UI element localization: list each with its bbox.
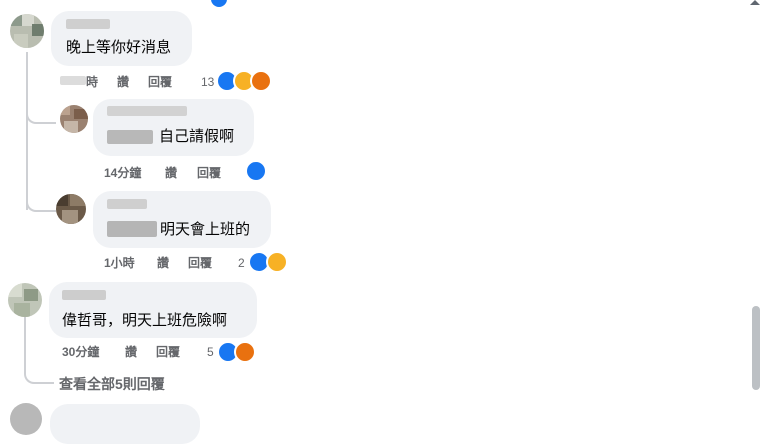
angry-icon (250, 70, 272, 92)
partial-like-icon (211, 0, 227, 7)
haha-icon (266, 251, 288, 273)
reply-button[interactable]: 回覆 (188, 256, 212, 270)
comment-time[interactable]: 14分鐘 (104, 166, 141, 180)
comment-bubble (50, 404, 200, 444)
like-button[interactable]: 讚 (117, 75, 129, 89)
reaction-count[interactable]: 5 (207, 345, 214, 359)
reaction-count[interactable]: 2 (238, 256, 245, 270)
comment-time[interactable]: 1小時 (104, 256, 135, 270)
comment-time[interactable]: 時 (86, 75, 98, 89)
avatar[interactable] (10, 14, 44, 48)
thread-connector (26, 100, 56, 124)
comment-text: 偉哲哥，明天上班危險啊 (62, 312, 228, 329)
reaction-count[interactable]: 13 (201, 75, 214, 89)
scroll-up-arrow-icon[interactable] (750, 0, 760, 5)
comment-text: 晚上等你好消息 (66, 39, 172, 56)
avatar[interactable] (56, 194, 86, 224)
like-button[interactable]: 讚 (165, 166, 177, 180)
avatar[interactable] (10, 403, 42, 435)
reply-button[interactable]: 回覆 (197, 166, 221, 180)
mention-blurred[interactable] (107, 221, 157, 237)
author-name-blurred[interactable] (66, 19, 110, 29)
comment-time[interactable]: 30分鐘 (62, 345, 99, 359)
author-name-blurred[interactable] (62, 290, 106, 300)
like-button[interactable]: 讚 (157, 256, 169, 270)
timestamp-blurred (60, 76, 86, 85)
scrollbar-thumb[interactable] (752, 306, 760, 390)
like-button[interactable]: 讚 (125, 345, 137, 359)
reply-button[interactable]: 回覆 (156, 345, 180, 359)
avatar[interactable] (8, 283, 42, 317)
thread-line (24, 316, 26, 366)
reply-button[interactable]: 回覆 (148, 75, 172, 89)
avatar[interactable] (60, 105, 88, 133)
view-more-replies-link[interactable]: 查看全部5則回覆 (59, 374, 165, 394)
comment-text: 明天會上班的 (160, 221, 251, 238)
comment-text: 自己請假啊 (159, 128, 235, 145)
author-name-blurred[interactable] (107, 106, 187, 116)
angry-icon (234, 341, 256, 363)
mention-blurred[interactable] (107, 130, 153, 144)
like-icon (245, 160, 267, 182)
author-name-blurred[interactable] (107, 199, 147, 209)
thread-connector (26, 186, 56, 212)
thread-connector (24, 362, 54, 384)
